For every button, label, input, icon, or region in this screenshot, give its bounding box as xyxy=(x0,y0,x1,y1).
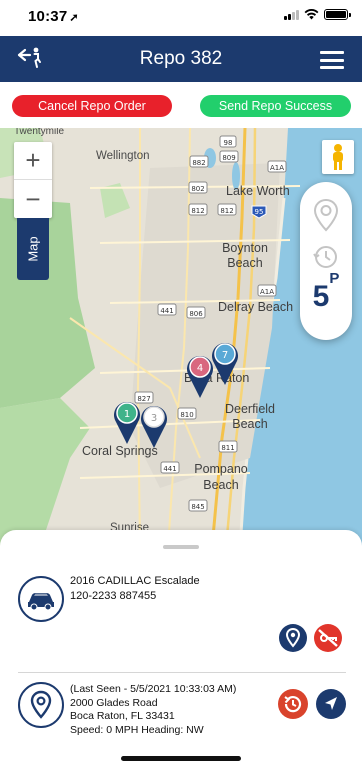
map-marker-number: 7 xyxy=(222,350,228,361)
status-time: 10:37 ➚ xyxy=(28,8,79,25)
vehicle-name: 2016 CADILLAC Escalade xyxy=(70,575,200,587)
svg-text:811: 811 xyxy=(221,444,234,452)
map-marker-number: 3 xyxy=(151,413,157,424)
navbar: Repo 382 xyxy=(0,36,362,82)
page-title: Repo 382 xyxy=(139,48,223,69)
address-line1: 2000 Glades Road xyxy=(70,696,158,709)
cellular-signal-icon xyxy=(284,9,299,20)
zoom-in-button[interactable]: + xyxy=(14,142,52,180)
map-label-pompano-beach: Pompano Beach xyxy=(194,462,248,492)
sheet-drag-handle[interactable] xyxy=(163,545,199,549)
status-bar: 10:37 ➚ xyxy=(0,0,362,34)
location-icon xyxy=(18,682,64,728)
vehicle-id: 120-2233 887455 xyxy=(70,590,157,602)
filter-side-panel: 5P xyxy=(300,182,352,340)
vehicle-info: 2016 CADILLAC Escalade 120-2233 887455 xyxy=(70,574,200,604)
speed-heading: Speed: 0 MPH Heading: NW xyxy=(70,723,204,736)
wifi-icon xyxy=(304,9,319,20)
location-info: (Last Seen - 5/5/2021 10:33:03 AM) 2000 … xyxy=(70,683,236,737)
zoom-out-button[interactable]: − xyxy=(14,180,52,218)
marker-count-value: 5 xyxy=(312,280,330,313)
location-arrow-icon: ➚ xyxy=(69,12,79,24)
street-view-pegman-icon[interactable] xyxy=(322,140,354,174)
map-marker[interactable]: 3 xyxy=(139,404,169,448)
map-label-wellington: Wellington xyxy=(96,150,150,162)
no-key-button[interactable] xyxy=(314,624,342,652)
map-pin-outline-icon[interactable] xyxy=(313,198,339,232)
map-type-tab[interactable]: Map xyxy=(17,218,49,280)
location-pin-button[interactable] xyxy=(279,624,307,652)
svg-text:A1A: A1A xyxy=(270,164,284,172)
location-pin-icon xyxy=(285,627,301,648)
svg-text:809: 809 xyxy=(222,154,235,162)
map-type-label: Map xyxy=(25,236,41,262)
svg-text:98: 98 xyxy=(224,139,233,147)
map-label-boynton-beach: Boynton Beach xyxy=(222,241,268,270)
battery-icon xyxy=(324,9,351,20)
car-icon xyxy=(18,576,64,622)
map-label-lake-worth: Lake Worth xyxy=(226,184,290,198)
status-icons xyxy=(284,9,351,20)
sheet-divider xyxy=(18,672,346,673)
navigate-arrow-icon xyxy=(325,697,337,710)
marker-count: 5P xyxy=(300,270,352,314)
svg-text:806: 806 xyxy=(189,310,203,318)
home-indicator xyxy=(121,756,241,761)
address-line2: Boca Raton, FL 33431 xyxy=(70,710,175,722)
map-view[interactable]: 98 809 A1A 882 802 812 812 95 A1A 441 80… xyxy=(0,128,362,548)
svg-text:810: 810 xyxy=(180,411,193,419)
map-label-deerfield-beach: Deerfield Beach xyxy=(224,402,276,431)
action-bar: Cancel Repo Order Send Repo Success xyxy=(0,82,362,128)
details-sheet: 2016 CADILLAC Escalade 120-2233 887455 (… xyxy=(0,530,362,768)
svg-text:812: 812 xyxy=(220,207,233,215)
status-time-text: 10:37 xyxy=(28,8,68,25)
location-pin-icon xyxy=(30,690,52,719)
svg-text:812: 812 xyxy=(191,207,204,215)
svg-text:441: 441 xyxy=(163,465,176,473)
navigate-button[interactable] xyxy=(316,689,346,719)
send-repo-success-button[interactable]: Send Repo Success xyxy=(200,95,351,117)
svg-text:441: 441 xyxy=(160,307,173,315)
svg-text:802: 802 xyxy=(191,185,204,193)
history-clock-icon[interactable] xyxy=(313,244,339,270)
map-marker[interactable]: 1 xyxy=(112,400,142,444)
history-button[interactable] xyxy=(278,689,308,719)
map-marker-number: 4 xyxy=(197,363,203,374)
map-marker[interactable]: 7 xyxy=(210,341,240,385)
svg-text:882: 882 xyxy=(192,159,205,167)
svg-text:845: 845 xyxy=(191,503,204,511)
cancel-repo-order-button[interactable]: Cancel Repo Order xyxy=(12,95,172,117)
last-seen-text: (Last Seen - 5/5/2021 10:33:03 AM) xyxy=(70,683,237,695)
svg-text:A1A: A1A xyxy=(260,288,274,296)
hamburger-menu-icon[interactable] xyxy=(320,51,344,69)
no-key-icon xyxy=(318,629,338,647)
marker-count-suffix: P xyxy=(329,270,340,287)
map-label-delray-beach: Delray Beach xyxy=(218,300,294,314)
history-icon xyxy=(284,696,302,713)
zoom-control: + − xyxy=(14,142,52,218)
map-label-twentymile: Twentymile xyxy=(14,128,65,137)
map-marker-number: 1 xyxy=(124,409,130,420)
svg-text:95: 95 xyxy=(255,208,264,216)
